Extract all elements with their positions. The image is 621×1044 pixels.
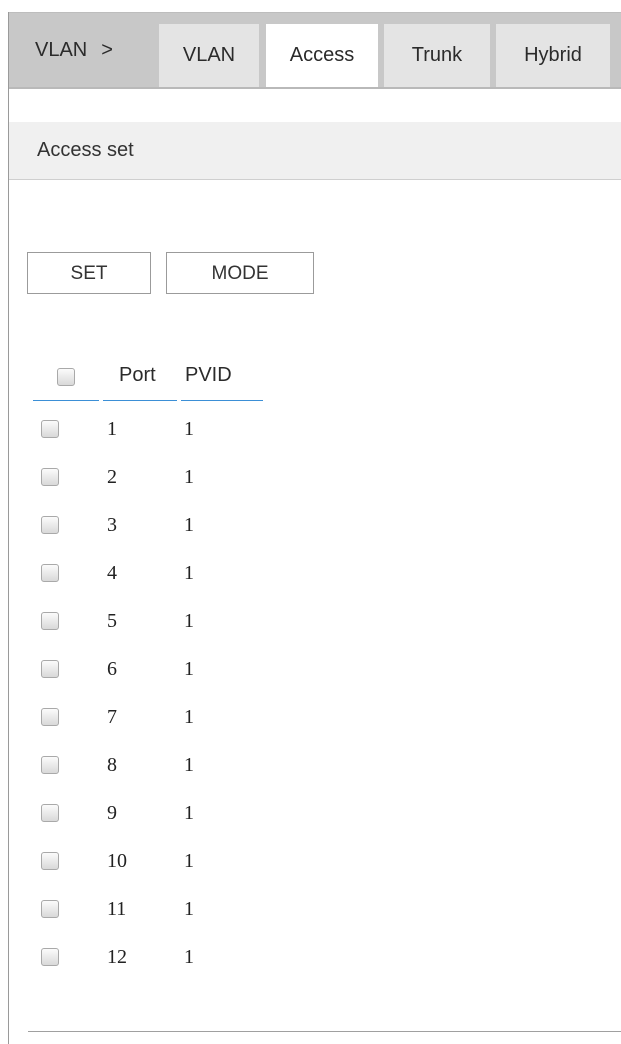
row-checkbox[interactable] [41, 804, 59, 822]
table-row: 3 1 [33, 514, 333, 562]
row-checkbox[interactable] [41, 756, 59, 774]
pvid-cell: 1 [184, 802, 194, 824]
tab-hybrid[interactable]: Hybrid [496, 24, 610, 87]
table-row: 10 1 [33, 850, 333, 898]
row-checkbox[interactable] [41, 612, 59, 630]
pvid-cell: 1 [184, 754, 194, 776]
section-title: Access set [37, 139, 134, 161]
table-row: 2 1 [33, 466, 333, 514]
tab-vlan[interactable]: VLAN [159, 24, 259, 87]
bottom-divider [28, 1031, 621, 1032]
port-cell: 5 [107, 610, 117, 632]
table-row: 5 1 [33, 610, 333, 658]
port-cell: 7 [107, 706, 117, 728]
port-cell: 6 [107, 658, 117, 680]
pvid-cell: 1 [184, 706, 194, 728]
row-checkbox[interactable] [41, 468, 59, 486]
mode-button[interactable]: MODE [166, 252, 314, 294]
row-checkbox[interactable] [41, 708, 59, 726]
row-checkbox[interactable] [41, 516, 59, 534]
table-row: 8 1 [33, 754, 333, 802]
breadcrumb-root: VLAN [35, 39, 88, 61]
header-port-label: Port [119, 364, 156, 386]
select-all-checkbox[interactable] [57, 368, 75, 386]
port-cell: 4 [107, 562, 117, 584]
section-header: Access set [9, 122, 621, 180]
tab-trunk[interactable]: Trunk [384, 24, 490, 87]
table-row: 7 1 [33, 706, 333, 754]
table-row: 9 1 [33, 802, 333, 850]
pvid-cell: 1 [184, 946, 194, 968]
pvid-cell: 1 [184, 898, 194, 920]
table-row: 4 1 [33, 562, 333, 610]
port-cell: 9 [107, 802, 117, 824]
port-cell: 11 [107, 898, 127, 920]
table-row: 11 1 [33, 898, 333, 946]
header-select-all-cell [33, 360, 99, 401]
table-row: 12 1 [33, 946, 333, 994]
pvid-cell: 1 [184, 658, 194, 680]
pvid-cell: 1 [184, 850, 194, 872]
breadcrumb-separator: > [101, 39, 113, 61]
row-checkbox[interactable] [41, 948, 59, 966]
header-pvid: PVID [181, 360, 263, 401]
pvid-cell: 1 [184, 466, 194, 488]
set-button[interactable]: SET [27, 252, 151, 294]
row-checkbox[interactable] [41, 564, 59, 582]
port-cell: 1 [107, 418, 117, 440]
breadcrumb: VLAN > [35, 13, 113, 87]
row-checkbox[interactable] [41, 900, 59, 918]
row-checkbox[interactable] [41, 852, 59, 870]
pvid-cell: 1 [184, 610, 194, 632]
row-checkbox[interactable] [41, 660, 59, 678]
table-row: 1 1 [33, 418, 333, 466]
pvid-cell: 1 [184, 562, 194, 584]
header-port: Port [103, 360, 177, 401]
pvid-cell: 1 [184, 514, 194, 536]
pvid-cell: 1 [184, 418, 194, 440]
header-pvid-label: PVID [185, 364, 232, 386]
port-cell: 10 [107, 850, 127, 872]
row-checkbox[interactable] [41, 420, 59, 438]
table-row: 6 1 [33, 658, 333, 706]
port-cell: 2 [107, 466, 117, 488]
port-cell: 8 [107, 754, 117, 776]
port-cell: 12 [107, 946, 127, 968]
tab-bar: VLAN > VLAN Access Trunk Hybrid [9, 13, 621, 89]
port-cell: 3 [107, 514, 117, 536]
tab-access[interactable]: Access [266, 24, 378, 87]
